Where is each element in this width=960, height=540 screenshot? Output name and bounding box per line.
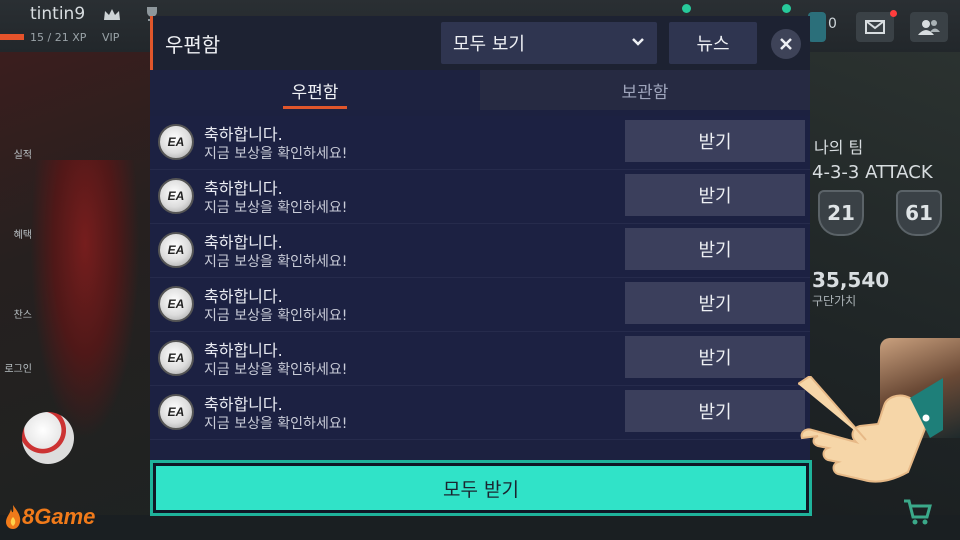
mailbox-dialog: 우편함 모두 보기 뉴스 우편함 보관함 EA 축하합니다. 지금 보상을 확인… [150, 16, 812, 516]
filter-selected: 모두 보기 [453, 34, 525, 55]
mailbox-tabs: 우편함 보관함 [150, 70, 810, 110]
dialog-title: 우편함 [165, 33, 221, 57]
receive-button[interactable]: 받기 [625, 120, 805, 162]
close-icon [780, 38, 792, 50]
mail-title: 축하합니다. [204, 287, 283, 306]
friends-button[interactable] [910, 12, 948, 42]
active-tab-indicator [283, 106, 347, 109]
xp-bar [0, 34, 24, 40]
mail-description: 지금 보상을 확인하세요! [204, 254, 348, 270]
plus-icon [682, 4, 691, 13]
receive-button[interactable]: 받기 [625, 228, 805, 270]
pointing-hand-icon [798, 376, 943, 483]
side-menu-item[interactable]: 찬스 [0, 306, 32, 321]
dialog-header: 우편함 모두 보기 뉴스 [150, 16, 810, 70]
username: tintin9 [30, 4, 86, 24]
list-item: EA 축하합니다. 지금 보상을 확인하세요! 받기 [150, 116, 810, 170]
close-button[interactable] [771, 29, 801, 59]
crown-icon [104, 9, 120, 20]
mail-title: 축하합니다. [204, 179, 283, 198]
mail-button[interactable] [856, 12, 894, 42]
side-menu-item[interactable]: 실적 [0, 146, 32, 161]
receive-button[interactable]: 받기 [625, 174, 805, 216]
mail-list: EA 축하합니다. 지금 보상을 확인하세요! 받기 EA 축하합니다. 지금 … [150, 116, 810, 440]
receive-button[interactable]: 받기 [625, 390, 805, 432]
formation-label: 4-3-3 ATTACK [812, 162, 933, 183]
friends-icon [918, 20, 940, 35]
mail-title: 축하합니다. [204, 125, 283, 144]
ea-sports-icon: EA [158, 394, 194, 430]
plus-icon [782, 4, 791, 13]
mail-title: 축하합니다. [204, 233, 283, 252]
bottom-bar [0, 515, 960, 540]
ball-icon [22, 412, 74, 464]
currency-icon[interactable] [808, 12, 826, 42]
receive-all-label: 모두 받기 [156, 466, 806, 510]
team-value-label: 구단가치 [812, 294, 857, 308]
mail-description: 지금 보상을 확인하세요! [204, 416, 348, 432]
mail-title: 축하합니다. [204, 395, 283, 414]
team-title: 나의 팀 [814, 138, 864, 157]
side-menu-item[interactable]: 혜택 [0, 226, 32, 241]
team-value: 35,540 [812, 268, 890, 292]
filter-dropdown[interactable]: 모두 보기 [441, 22, 657, 64]
list-item: EA 축하합니다. 지금 보상을 확인하세요! 받기 [150, 170, 810, 224]
flame-icon [6, 505, 21, 529]
mail-description: 지금 보상을 확인하세요! [204, 200, 348, 216]
mail-title: 축하합니다. [204, 341, 283, 360]
ea-sports-icon: EA [158, 286, 194, 322]
cart-icon[interactable] [902, 498, 932, 526]
rating-badge: 21 [818, 190, 864, 236]
mail-description: 지금 보상을 확인하세요! [204, 308, 348, 324]
tab-inbox[interactable]: 우편함 [150, 70, 480, 110]
rating-badge: 61 [896, 190, 942, 236]
player-image [30, 160, 140, 440]
list-item: EA 축하합니다. 지금 보상을 확인하세요! 받기 [150, 278, 810, 332]
list-item: EA 축하합니다. 지금 보상을 확인하세요! 받기 [150, 332, 810, 386]
ea-sports-icon: EA [158, 178, 194, 214]
watermark-logo: 8Game [4, 504, 95, 530]
list-item: EA 축하합니다. 지금 보상을 확인하세요! 받기 [150, 224, 810, 278]
ea-sports-icon: EA [158, 124, 194, 160]
side-menu-item[interactable]: 로그인 [0, 360, 32, 375]
watermark-text: 8Game [22, 504, 96, 529]
mail-description: 지금 보상을 확인하세요! [204, 146, 348, 162]
vip-label: VIP [102, 31, 120, 44]
coin-count: 0 [828, 16, 837, 32]
list-item: EA 축하합니다. 지금 보상을 확인하세요! 받기 [150, 386, 810, 440]
ea-sports-icon: EA [158, 232, 194, 268]
mail-icon [865, 20, 885, 34]
tab-storage[interactable]: 보관함 [480, 70, 810, 110]
chevron-down-icon [632, 38, 644, 46]
xp-text: 15 / 21 XP [30, 31, 87, 44]
receive-all-button[interactable]: 모두 받기 [150, 460, 812, 516]
news-button[interactable]: 뉴스 [669, 22, 757, 64]
receive-button[interactable]: 받기 [625, 336, 805, 378]
ea-sports-icon: EA [158, 340, 194, 376]
notification-dot [890, 10, 897, 17]
receive-button[interactable]: 받기 [625, 282, 805, 324]
mail-description: 지금 보상을 확인하세요! [204, 362, 348, 378]
